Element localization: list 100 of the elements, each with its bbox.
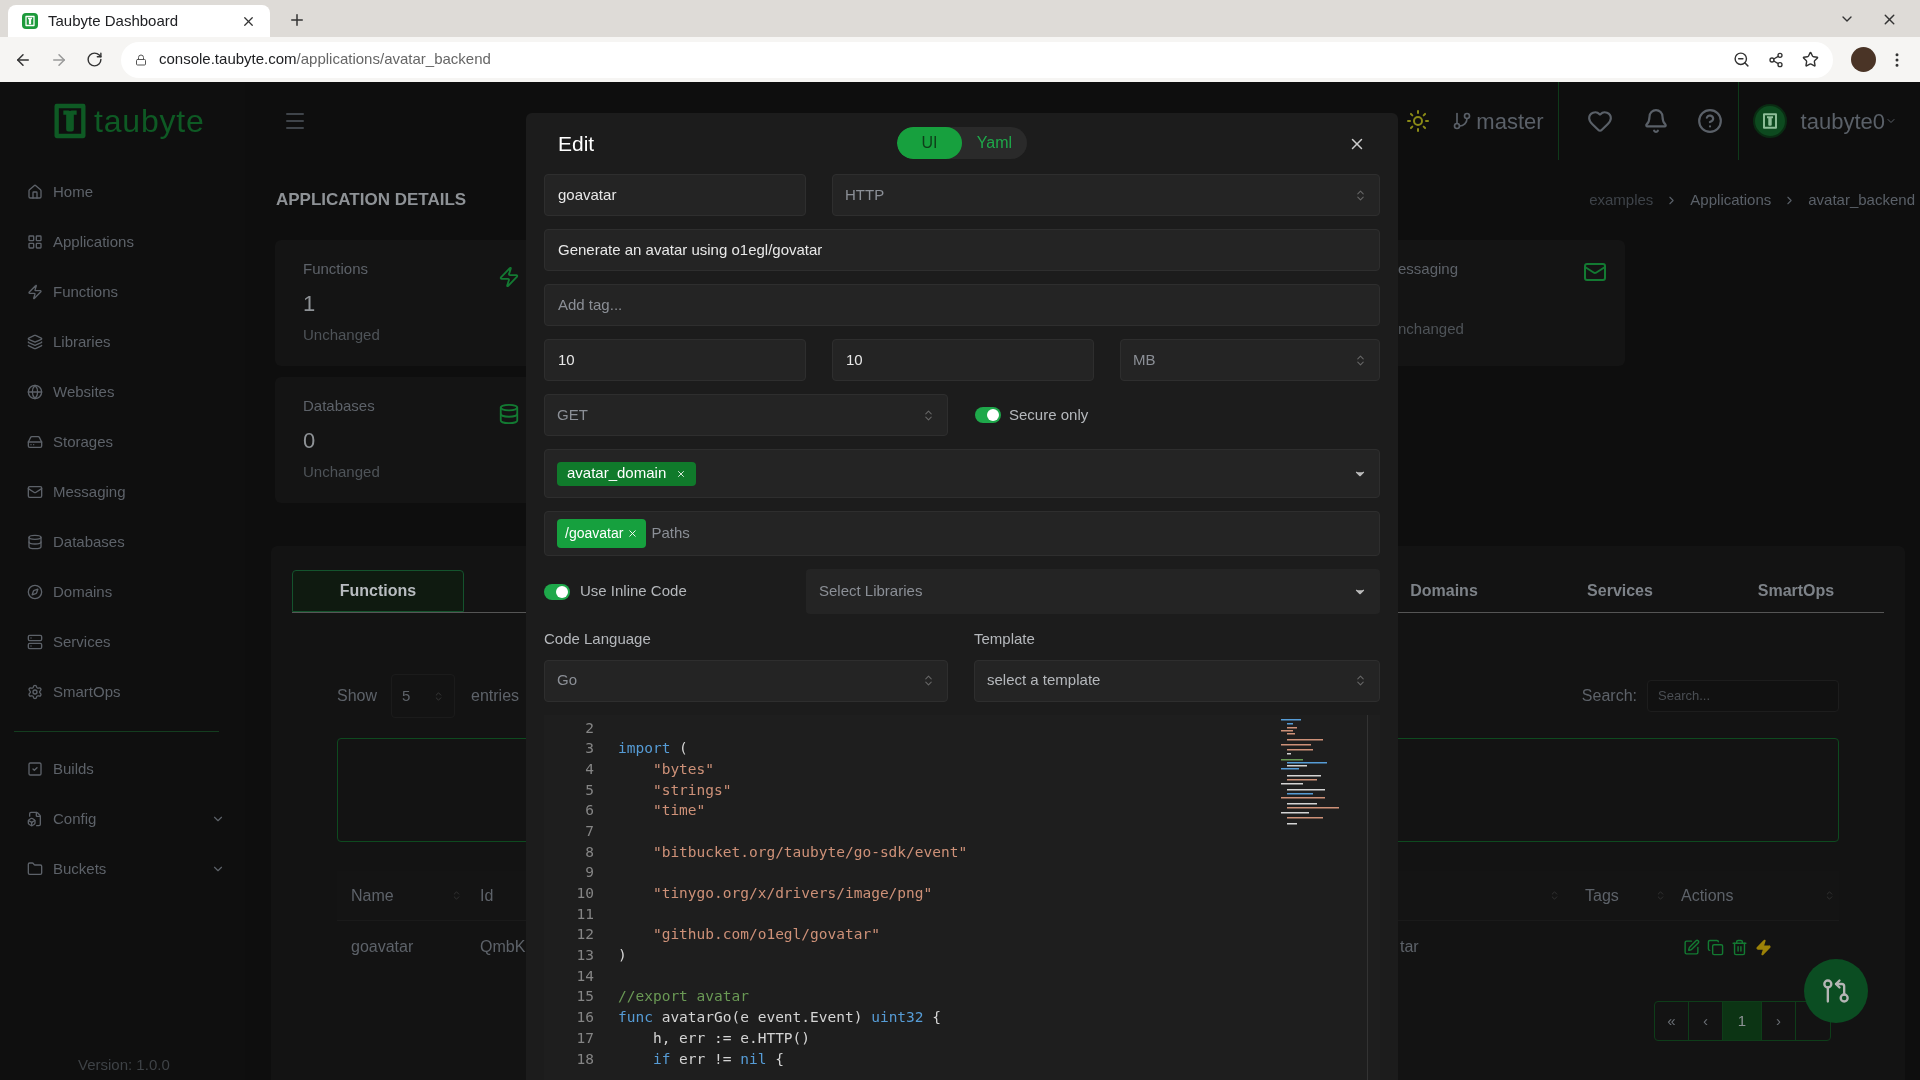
line-number: 15 xyxy=(575,987,594,1007)
field-label: Code Language xyxy=(544,629,652,649)
gear-icon xyxy=(27,684,43,700)
bell-icon[interactable] xyxy=(1642,108,1669,134)
sidebar-item[interactable]: Applications xyxy=(0,217,245,267)
line-number: 5 xyxy=(584,780,594,800)
tags-field[interactable]: Add tag... xyxy=(544,284,1380,326)
file-box-icon xyxy=(27,811,43,827)
domains-field[interactable]: avatar_domain xyxy=(544,449,1380,498)
avatar-icon xyxy=(1760,112,1779,130)
envelope-icon xyxy=(27,484,43,500)
mode-tab[interactable]: Yaml xyxy=(962,127,1027,159)
line-number: 12 xyxy=(575,925,594,945)
heart-icon[interactable] xyxy=(1586,108,1613,134)
inline-code-toggle[interactable] xyxy=(544,583,570,600)
page-size-select[interactable]: 5 xyxy=(391,674,456,718)
sun-icon[interactable] xyxy=(1406,109,1431,133)
tab[interactable]: Functions xyxy=(292,570,464,612)
column-header[interactable]: Tags xyxy=(1585,883,1655,908)
type-select[interactable]: HTTP xyxy=(832,174,1380,216)
folder-icon xyxy=(27,861,43,877)
reload-icon[interactable] xyxy=(86,51,103,68)
breadcrumb-link[interactable]: avatar_backend xyxy=(1808,188,1915,212)
sidebar-item[interactable]: SmartOps xyxy=(0,667,245,717)
code-line: import ( xyxy=(618,739,688,759)
sidebar-item[interactable]: Domains xyxy=(0,567,245,617)
sort-icon xyxy=(922,408,935,422)
sort-icon xyxy=(922,674,935,687)
remove-icon[interactable] xyxy=(627,528,639,539)
user-menu[interactable]: taubyte0 xyxy=(1752,104,1897,138)
sidebar-item[interactable]: Config xyxy=(0,794,245,844)
toggle-label: Use Inline Code xyxy=(580,581,688,602)
name-field[interactable]: goavatar xyxy=(544,174,806,216)
server-icon xyxy=(27,634,43,650)
tab[interactable]: Domains xyxy=(1398,570,1490,612)
dialog-title: Edit xyxy=(558,130,595,157)
database-icon xyxy=(498,403,520,425)
pull-request-icon xyxy=(1822,977,1850,1005)
method-select[interactable]: GET xyxy=(544,394,948,436)
grid-icon xyxy=(27,234,43,250)
page-title: APPLICATION DETAILS xyxy=(276,189,467,212)
sidebar-item[interactable]: Builds xyxy=(0,744,245,794)
sidebar-item[interactable]: Storages xyxy=(0,417,245,467)
column-header[interactable]: Actions xyxy=(1681,883,1824,908)
sidebar-item[interactable]: Functions xyxy=(0,267,245,317)
new-tab-icon[interactable] xyxy=(288,11,306,29)
memory-field[interactable]: 10 xyxy=(832,339,1094,381)
zoom-out-icon[interactable] xyxy=(1733,51,1750,68)
template-select[interactable]: select a template xyxy=(974,659,1380,702)
share-icon[interactable] xyxy=(1768,51,1784,68)
branch-icon xyxy=(1452,111,1473,131)
star-icon[interactable] xyxy=(1802,51,1819,68)
code-line: "bitbucket.org/taubyte/go-sdk/event" xyxy=(651,842,968,862)
sort-icon xyxy=(1354,674,1367,687)
column-header[interactable]: Id xyxy=(480,883,494,908)
tab[interactable]: Services xyxy=(1532,570,1708,612)
copy-icon[interactable] xyxy=(1707,938,1724,956)
profile-avatar[interactable] xyxy=(1851,47,1876,72)
sidebar-item[interactable]: Websites xyxy=(0,367,245,417)
page-button[interactable]: › xyxy=(1762,1002,1796,1040)
remove-icon[interactable] xyxy=(676,468,687,479)
stat-label: Functions xyxy=(303,259,370,279)
sidebar-item[interactable]: Libraries xyxy=(0,317,245,367)
unit-select[interactable]: MB xyxy=(1120,339,1380,381)
trash-icon[interactable] xyxy=(1731,938,1748,956)
stat-count: 0 xyxy=(303,426,317,455)
description-field[interactable]: Generate an avatar using o1egl/govatar xyxy=(544,229,1380,271)
sidebar-item[interactable]: Services xyxy=(0,617,245,667)
branch-button[interactable]: master xyxy=(1452,104,1544,138)
line-number: 17 xyxy=(575,1028,594,1048)
code-line: ) xyxy=(618,946,627,966)
sidebar-item[interactable]: Databases xyxy=(0,517,245,567)
page-button[interactable]: 1 xyxy=(1723,1002,1762,1040)
sidebar-item[interactable]: Home xyxy=(0,167,245,217)
breadcrumb-link[interactable]: Applications xyxy=(1690,188,1772,212)
address-bar[interactable]: console.taubyte.com/applications/avatar_backend xyxy=(121,41,1833,78)
breadcrumb-link[interactable]: examples xyxy=(1589,188,1654,212)
paths-field[interactable]: /goavatar Paths xyxy=(544,511,1380,556)
sort-icon xyxy=(1354,353,1367,367)
lightning-icon[interactable] xyxy=(1755,938,1772,956)
sidebar-item[interactable]: Buckets xyxy=(0,844,245,894)
browser-tab[interactable]: Taubyte Dashboard xyxy=(8,5,270,37)
line-number: 2 xyxy=(584,718,594,738)
line-number: 4 xyxy=(584,759,594,779)
page-button[interactable]: « xyxy=(1655,1002,1689,1040)
help-icon[interactable] xyxy=(1696,108,1723,134)
libraries-select[interactable]: Select Libraries xyxy=(806,569,1380,614)
lightning-icon xyxy=(498,266,520,288)
stat-count: 1 xyxy=(303,289,317,318)
tab[interactable]: SmartOps xyxy=(1708,570,1884,612)
mode-tab[interactable]: UI xyxy=(897,127,962,159)
sidebar-item[interactable]: Messaging xyxy=(0,467,245,517)
language-select[interactable]: Go xyxy=(544,659,948,702)
column-header[interactable]: Name xyxy=(351,883,451,908)
timeout-field[interactable]: 10 xyxy=(544,339,806,381)
secure-toggle[interactable] xyxy=(975,407,1001,423)
search-field[interactable]: Search... xyxy=(1647,680,1839,712)
stat-label: Databases xyxy=(303,396,376,416)
edit-icon[interactable] xyxy=(1683,938,1700,956)
line-number: 7 xyxy=(584,821,594,841)
